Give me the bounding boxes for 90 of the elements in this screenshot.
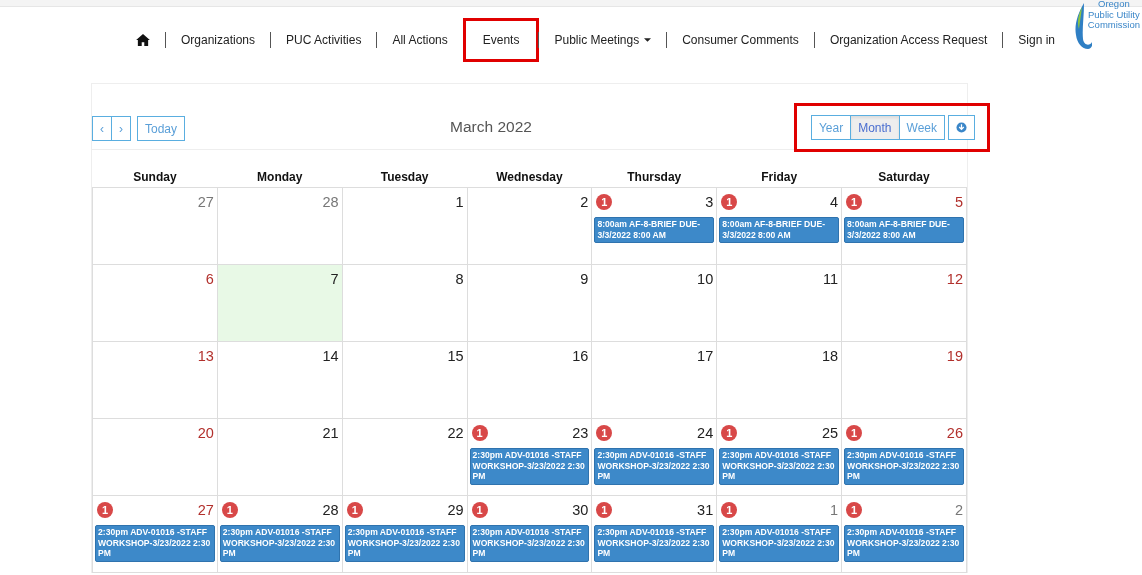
- day-number: 28: [322, 194, 339, 210]
- day-number: 27: [197, 194, 214, 210]
- event-item[interactable]: 2:30pm ADV-01016 -STAFF WORKSHOP-3/23/2022 2:30 PM: [844, 525, 964, 562]
- nav-link[interactable]: All Actions: [377, 21, 463, 59]
- caret-icon: [644, 38, 652, 42]
- event-item[interactable]: 2:30pm ADV-01016 -STAFF WORKSHOP-3/23/2022 2:30 PM: [469, 448, 590, 485]
- logo-text: Commission: [1087, 20, 1140, 31]
- event-item[interactable]: 2:30pm ADV-01016 -STAFF WORKSHOP-3/23/2022 2:30 PM: [719, 448, 840, 485]
- day-number: 23: [572, 425, 589, 441]
- nav-link[interactable]: Organization Access Request: [814, 21, 1003, 59]
- previous-button[interactable]: ‹: [92, 116, 112, 141]
- day-number: 21: [322, 425, 339, 441]
- event-item[interactable]: 2:30pm ADV-01016 -STAFF WORKSHOP-3/23/2022 2:30 PM: [719, 525, 840, 562]
- weekday-header: Sunday: [133, 170, 177, 184]
- nav-link[interactable]: PUC Activities: [271, 21, 377, 59]
- day-number: 26: [946, 425, 963, 441]
- event-item[interactable]: 2:30pm ADV-01016 -STAFF WORKSHOP-3/23/2022 2:30 PM: [344, 525, 465, 562]
- nav-link[interactable]: Public Meetings: [539, 21, 667, 59]
- day-number: 29: [447, 502, 464, 518]
- event-count-badge: 1: [346, 502, 363, 518]
- weekday-header: Thursday: [627, 170, 682, 184]
- weekday-header: Friday: [761, 170, 798, 184]
- event-item[interactable]: 2:30pm ADV-01016 -STAFF WORKSHOP-3/23/2022 2:30 PM: [594, 448, 715, 485]
- view-tab[interactable]: Week: [899, 115, 945, 140]
- calendar-title: March 2022: [450, 118, 532, 136]
- day-number: 8: [455, 271, 464, 287]
- day-number: 9: [580, 271, 589, 287]
- nav-link[interactable]: Consumer Comments: [667, 21, 814, 59]
- weekday-header: Wednesday: [496, 170, 563, 184]
- event-item[interactable]: 8:00am AF-8-BRIEF DUE-3/3/2022 8:00 AM: [719, 217, 840, 243]
- event-item[interactable]: 2:30pm ADV-01016 -STAFF WORKSHOP-3/23/2022 2:30 PM: [95, 525, 215, 562]
- event-item[interactable]: 2:30pm ADV-01016 -STAFF WORKSHOP-3/23/2022 2:30 PM: [219, 525, 340, 562]
- event-count-badge: 1: [97, 502, 113, 518]
- day-number: 25: [821, 425, 839, 441]
- event-item[interactable]: 2:30pm ADV-01016 -STAFF WORKSHOP-3/23/2022 2:30 PM: [594, 525, 715, 562]
- event-item[interactable]: 8:00am AF-8-BRIEF DUE-3/3/2022 8:00 AM: [594, 217, 715, 243]
- day-number: 24: [697, 425, 714, 441]
- event-count-badge: 1: [846, 502, 863, 518]
- nav-link[interactable]: Organizations: [166, 21, 271, 59]
- nav-link[interactable]: Events: [465, 21, 537, 59]
- day-number: 4: [830, 194, 839, 210]
- weekday-header: Saturday: [878, 170, 930, 184]
- logo-text: Oregon: [1097, 0, 1131, 10]
- day-number: 28: [322, 502, 339, 518]
- day-number: 15: [447, 348, 464, 364]
- nav-link[interactable]: Sign in: [1003, 21, 1070, 59]
- day-number: 6: [205, 271, 214, 287]
- day-number: 20: [197, 425, 214, 441]
- day-number: 17: [697, 348, 714, 364]
- day-number: 27: [197, 502, 214, 518]
- event-item[interactable]: 8:00am AF-8-BRIEF DUE-3/3/2022 8:00 AM: [844, 217, 964, 243]
- day-number: 2: [580, 194, 589, 210]
- day-number: 12: [946, 271, 963, 287]
- event-count-badge: 1: [471, 425, 488, 441]
- weekday-header: Monday: [257, 170, 303, 184]
- view-tab[interactable]: Month: [851, 115, 900, 140]
- day-number: 11: [823, 271, 839, 287]
- day-number: 1: [455, 194, 464, 210]
- day-number: 7: [330, 271, 339, 287]
- day-number: 13: [197, 348, 214, 364]
- today-button[interactable]: Today: [137, 116, 186, 141]
- event-count-badge: 1: [846, 425, 863, 441]
- event-count-badge: 1: [846, 194, 863, 210]
- day-number: 30: [572, 502, 589, 518]
- event-count-badge: 1: [721, 502, 738, 518]
- day-number: 31: [697, 502, 714, 518]
- event-item[interactable]: 2:30pm ADV-01016 -STAFF WORKSHOP-3/23/2022 2:30 PM: [844, 448, 964, 485]
- next-button[interactable]: ›: [112, 116, 131, 141]
- day-number: 14: [322, 348, 339, 364]
- event-count-badge: 1: [596, 425, 613, 441]
- day-number: 18: [821, 348, 839, 364]
- day-number: 10: [697, 271, 714, 287]
- day-number: 16: [572, 348, 589, 364]
- event-count-badge: 1: [721, 425, 738, 441]
- download-icon[interactable]: [948, 115, 975, 140]
- event-count-badge: 1: [721, 194, 738, 210]
- weekday-header: Tuesday: [380, 170, 429, 184]
- event-count-badge: 1: [471, 502, 488, 518]
- event-count-badge: 1: [596, 502, 613, 518]
- event-item[interactable]: 2:30pm ADV-01016 -STAFF WORKSHOP-3/23/2022 2:30 PM: [469, 525, 590, 562]
- day-number: 5: [954, 194, 963, 210]
- event-count-badge: 1: [221, 502, 238, 518]
- day-number: 19: [946, 348, 963, 364]
- day-number: 1: [830, 502, 839, 518]
- day-number: 3: [705, 194, 714, 210]
- view-tab[interactable]: Year: [810, 115, 852, 140]
- logo-text: Public Utility: [1087, 9, 1140, 20]
- day-number: 2: [954, 502, 963, 518]
- event-count-badge: 1: [596, 194, 613, 210]
- day-number: 22: [447, 425, 464, 441]
